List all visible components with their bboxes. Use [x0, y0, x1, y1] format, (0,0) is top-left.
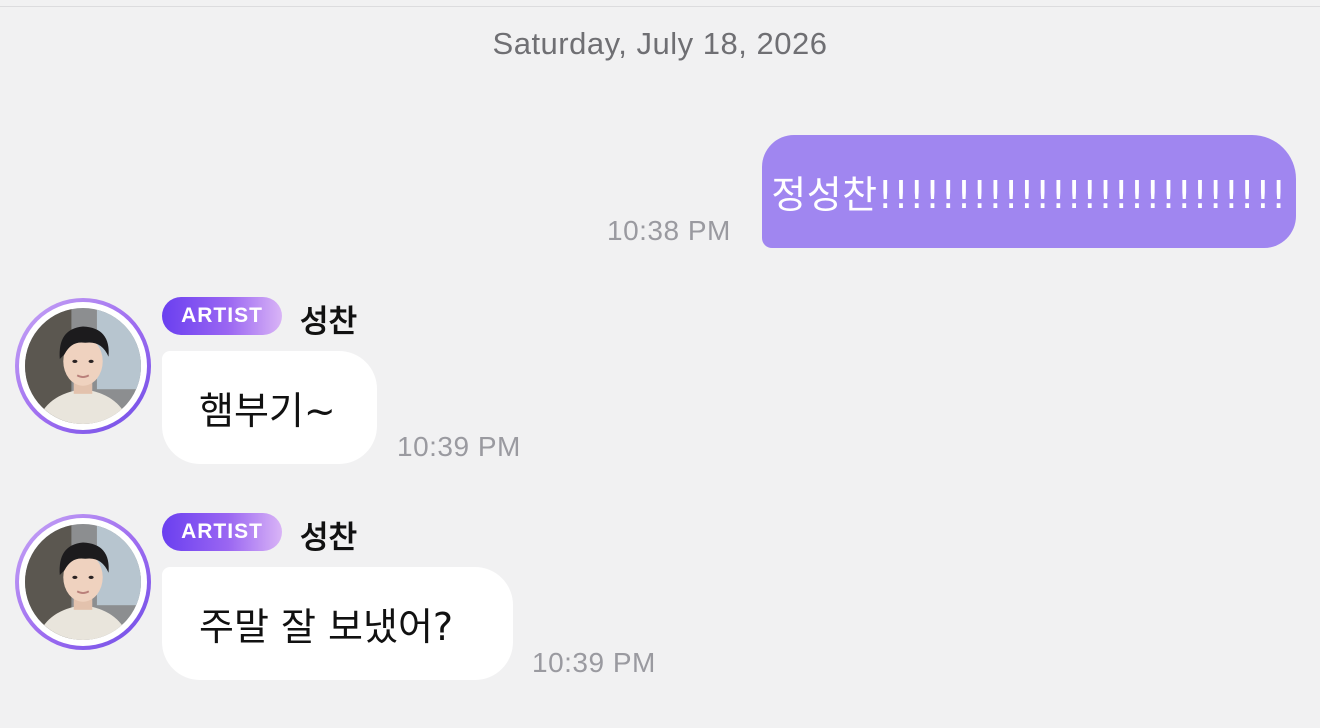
incoming-message-bubble[interactable]: 햄부기~: [162, 351, 377, 464]
artist-avatar[interactable]: [15, 298, 151, 434]
artist-badge: ARTIST: [162, 513, 282, 551]
artist-avatar[interactable]: [15, 514, 151, 650]
outgoing-message-bubble[interactable]: 정성찬!!!!!!!!!!!!!!!!!!!!!!!!!!: [762, 135, 1296, 248]
top-divider: [0, 6, 1320, 7]
message-text: 정성찬!!!!!!!!!!!!!!!!!!!!!!!!!!: [771, 173, 1287, 217]
sender-name[interactable]: 성찬: [300, 296, 357, 341]
sender-name[interactable]: 성찬: [300, 512, 357, 557]
avatar-photo: [25, 524, 141, 640]
message-timestamp: 10:38 PM: [607, 215, 731, 246]
artist-badge: ARTIST: [162, 297, 282, 335]
message-text: 햄부기~: [199, 389, 336, 433]
message-text: 주말 잘 보냈어?: [199, 605, 454, 649]
date-header: Saturday, July 18, 2026: [492, 26, 828, 61]
message-timestamp: 10:39 PM: [397, 431, 521, 462]
incoming-message-bubble[interactable]: 주말 잘 보냈어?: [162, 567, 513, 680]
message-timestamp: 10:39 PM: [532, 647, 656, 678]
avatar-photo: [25, 308, 141, 424]
